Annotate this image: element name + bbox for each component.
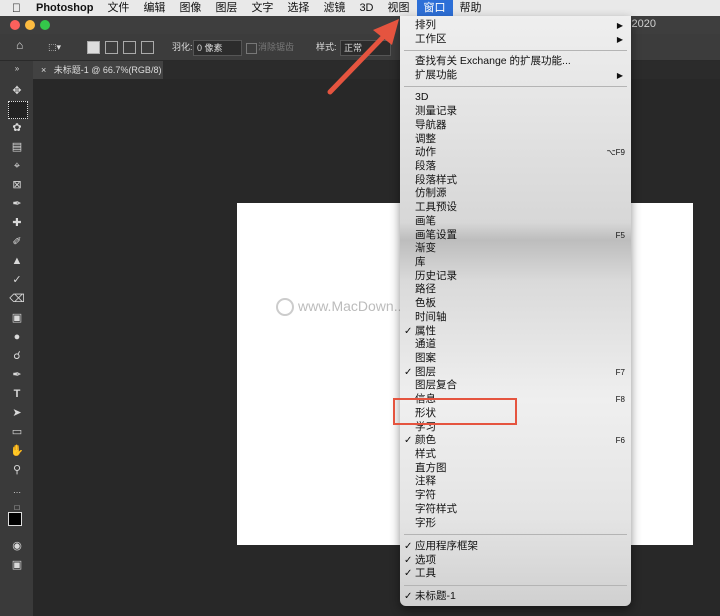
annotation-arrow-icon: [327, 19, 399, 95]
